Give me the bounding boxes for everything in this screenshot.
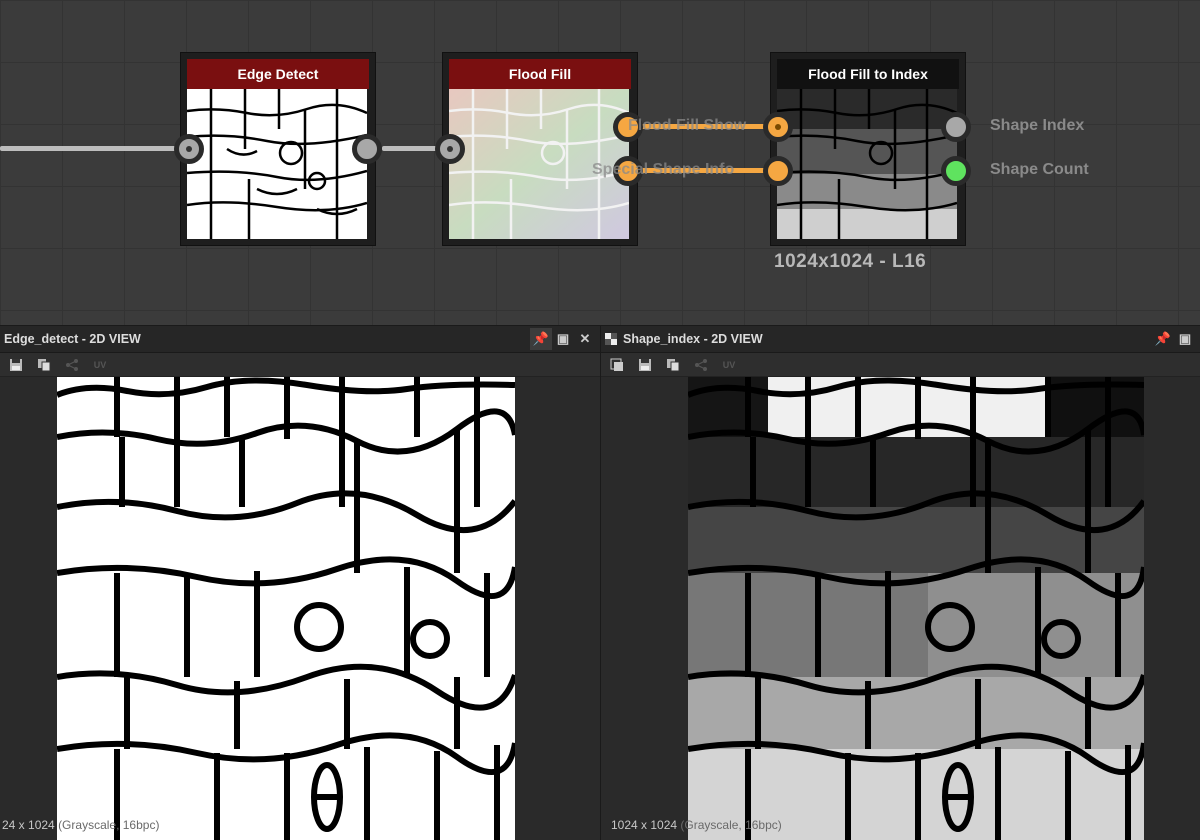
wire-edge-to-flood — [382, 146, 442, 151]
status-resolution: 1024 x 1024 — [611, 818, 678, 832]
view-viewport[interactable]: 1024 x 1024 (Grayscale, 16bpc) — [601, 377, 1200, 840]
shape-count-output-port[interactable] — [941, 156, 971, 186]
checker-icon — [605, 333, 617, 345]
save-icon[interactable] — [637, 357, 653, 373]
panel-title-bar: Edge_detect - 2D VIEW 📌 ▣ ✕ — [0, 325, 600, 353]
node-flood-fill[interactable]: Flood Fill — [442, 52, 638, 246]
panel-title-bar: Shape_index - 2D VIEW 📌 ▣ — [601, 325, 1200, 353]
node-resolution-info: 1024x1024 - L16 — [774, 251, 927, 272]
wire-input-edge — [0, 146, 178, 151]
share-icon[interactable] — [64, 357, 80, 373]
node-title: Flood Fill to Index — [777, 59, 959, 89]
panel-title: Shape_index - 2D VIEW — [623, 332, 763, 346]
copy-icon[interactable] — [665, 357, 681, 373]
copy-icon[interactable] — [36, 357, 52, 373]
view-toolbar: UV — [0, 353, 600, 377]
pin-icon[interactable]: 📌 — [1152, 328, 1174, 350]
status-format: (Grayscale, 16bpc) — [58, 818, 160, 832]
edge-detect-thumbnail — [187, 89, 367, 239]
shape-index-2d-view-panel[interactable]: Shape_index - 2D VIEW 📌 ▣ UV 1024 x 1024… — [600, 325, 1200, 840]
output-label-shape-index: Shape Index — [990, 117, 1085, 134]
shape-index-output-port[interactable] — [941, 112, 971, 142]
flood-fill-to-index-thumbnail — [777, 89, 957, 239]
status-resolution: 24 x 1024 — [2, 818, 55, 832]
float-window-icon[interactable]: ▣ — [1174, 328, 1196, 350]
edge-detect-input-port[interactable] — [174, 134, 204, 164]
flood-fill-input-port[interactable] — [435, 134, 465, 164]
view-viewport[interactable]: 24 x 1024 (Grayscale, 16bpc) — [0, 377, 600, 840]
edge-detect-image — [57, 377, 515, 840]
uv-icon[interactable]: UV — [721, 357, 737, 373]
float-window-icon[interactable]: ▣ — [552, 328, 574, 350]
view-toolbar: UV — [601, 353, 1200, 377]
edge-detect-output-port[interactable] — [352, 134, 382, 164]
output-label-shape-count: Shape Count — [990, 161, 1089, 178]
index-input-port-2[interactable] — [763, 156, 793, 186]
node-graph[interactable]: Edge Detect Flood Fill Flood Fill to Ind… — [0, 0, 1200, 325]
edge-detect-2d-view-panel[interactable]: Edge_detect - 2D VIEW 📌 ▣ ✕ UV 24 x 1024… — [0, 325, 600, 840]
shape-index-image — [688, 377, 1144, 840]
uv-icon[interactable]: UV — [92, 357, 108, 373]
panel-title: Edge_detect - 2D VIEW — [4, 332, 141, 346]
view-mode-icon[interactable] — [609, 357, 625, 373]
node-flood-fill-to-index[interactable]: Flood Fill to Index — [770, 52, 966, 246]
node-title: Edge Detect — [187, 59, 369, 89]
pin-icon[interactable]: 📌 — [530, 328, 552, 350]
close-icon[interactable]: ✕ — [574, 328, 596, 350]
save-icon[interactable] — [8, 357, 24, 373]
node-title: Flood Fill — [449, 59, 631, 89]
input-label-flood-fill-show: Flood Fill Show — [628, 117, 747, 134]
index-input-port-1[interactable] — [763, 112, 793, 142]
node-edge-detect[interactable]: Edge Detect — [180, 52, 376, 246]
status-format: (Grayscale, 16bpc) — [680, 818, 782, 832]
share-icon[interactable] — [693, 357, 709, 373]
view-status: 1024 x 1024 (Grayscale, 16bpc) — [611, 818, 782, 832]
view-status: 24 x 1024 (Grayscale, 16bpc) — [2, 818, 159, 832]
input-label-special-shape-info: Special Shape Info — [592, 161, 735, 178]
